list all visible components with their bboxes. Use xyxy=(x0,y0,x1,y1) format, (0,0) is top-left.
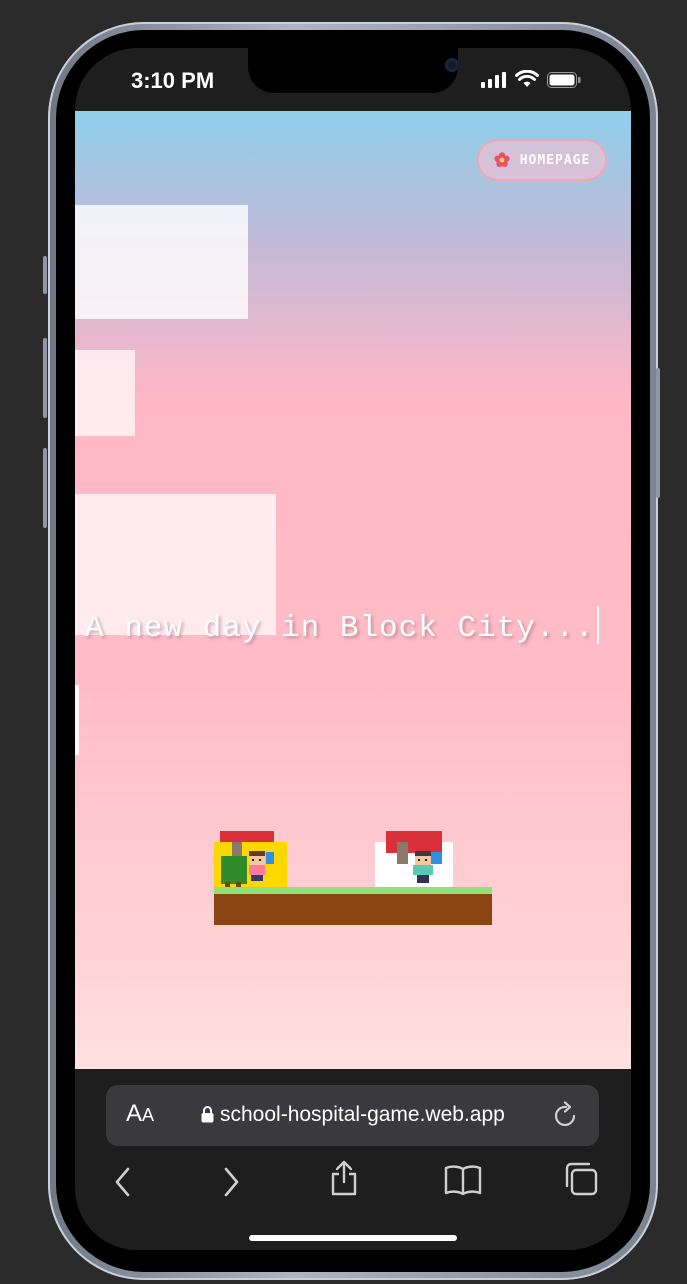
student-pants xyxy=(251,875,263,881)
safari-toolbar: AA school-hospital-game.web.app xyxy=(75,1069,631,1250)
url-text: school-hospital-game.web.app xyxy=(220,1103,505,1126)
doctor-eye xyxy=(418,859,420,861)
student-shirt xyxy=(249,865,265,875)
status-icons xyxy=(481,70,581,88)
battery-icon xyxy=(547,72,581,88)
game-canvas[interactable]: HOMEPAGE A new day in Block City... xyxy=(75,111,631,1069)
doctor-character xyxy=(413,851,433,887)
phone-mockup: 3:10 PM HOMEPAGE A new day in Block City… xyxy=(0,0,687,1284)
wifi-icon xyxy=(515,70,539,87)
volume-up-button xyxy=(43,338,47,418)
tree-leaves xyxy=(221,856,247,884)
school-window xyxy=(266,852,274,864)
school-roof-front xyxy=(220,831,274,842)
cloud xyxy=(75,205,248,319)
lock-icon xyxy=(201,1106,214,1123)
cloud xyxy=(75,685,79,755)
doctor-coat xyxy=(413,865,433,875)
grass xyxy=(214,887,492,894)
hospital-door xyxy=(397,842,408,864)
front-camera xyxy=(445,58,459,72)
url-wrapper: school-hospital-game.web.app xyxy=(201,1103,505,1127)
phone-screen: 3:10 PM HOMEPAGE A new day in Block City… xyxy=(75,48,631,1250)
cloud xyxy=(75,350,135,436)
volume-down-button xyxy=(43,448,47,528)
tree-chimney xyxy=(232,842,242,856)
student-eye xyxy=(252,859,254,861)
reload-icon[interactable] xyxy=(553,1101,579,1129)
address-bar[interactable]: AA school-hospital-game.web.app xyxy=(106,1085,599,1146)
ground-platform xyxy=(214,887,492,925)
power-button xyxy=(656,368,660,498)
tabs-icon[interactable] xyxy=(563,1161,599,1197)
back-icon[interactable] xyxy=(113,1165,133,1199)
status-time: 3:10 PM xyxy=(131,68,215,93)
student-character xyxy=(249,851,265,885)
text-size-button[interactable]: AA xyxy=(126,1100,154,1128)
hospital-roof xyxy=(386,831,442,853)
doctor-eye xyxy=(425,859,427,861)
bookmarks-icon[interactable] xyxy=(444,1163,482,1197)
home-indicator[interactable] xyxy=(249,1235,457,1241)
homepage-label: HOMEPAGE xyxy=(519,152,591,168)
text-cursor xyxy=(596,606,599,644)
share-icon[interactable] xyxy=(329,1159,359,1197)
homepage-button[interactable]: HOMEPAGE xyxy=(477,139,607,181)
silent-switch xyxy=(43,256,47,294)
student-eye xyxy=(259,859,261,861)
doctor-pants xyxy=(417,875,429,883)
notch xyxy=(248,48,459,93)
forward-icon[interactable] xyxy=(221,1165,241,1199)
intro-text: A new day in Block City... xyxy=(85,606,599,646)
signal-icon xyxy=(481,72,506,88)
intro-text-content: A new day in Block City... xyxy=(85,611,595,646)
browser-nav-row xyxy=(75,1160,631,1205)
flower-icon xyxy=(494,152,510,167)
status-bar: 3:10 PM xyxy=(75,48,631,111)
dirt xyxy=(214,894,492,925)
